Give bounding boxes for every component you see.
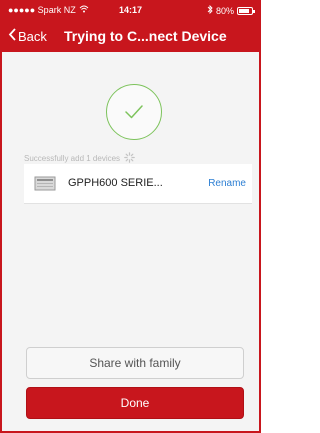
status-message: Successfully add 1 devices [24,154,121,163]
battery-group: 80% [207,4,255,16]
app-frame: ●●●●● Spark NZ 14:17 80% Back Trying to … [0,0,261,433]
checkmark-icon [106,84,162,140]
share-with-family-button[interactable]: Share with family [26,347,244,379]
chevron-left-icon [8,28,16,44]
back-label: Back [18,28,47,44]
page-title: Trying to C...nect Device [64,28,227,44]
device-name: GPPH600 SERIE... [68,177,163,189]
nav-bar: Back Trying to C...nect Device [2,24,259,50]
back-button[interactable]: Back [8,28,47,44]
battery-percent: 80% [215,5,234,16]
device-icon [34,176,56,196]
battery-level [239,8,249,13]
rename-button[interactable]: Rename [208,178,246,189]
header: ●●●●● Spark NZ 14:17 80% Back Trying to … [2,2,259,52]
bluetooth-icon [207,4,213,16]
done-button[interactable]: Done [26,387,244,419]
battery-icon [237,6,255,15]
battery-tip [253,9,255,13]
status-bar: ●●●●● Spark NZ 14:17 80% [2,2,259,18]
device-list-item: GPPH600 SERIE... Rename [24,164,252,204]
